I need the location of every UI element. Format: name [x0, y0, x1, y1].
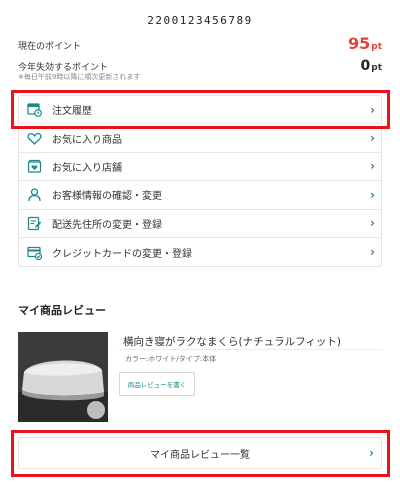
menu-item-label: お客様情報の確認・変更 — [52, 191, 162, 203]
menu-item-credit-card[interactable]: クレジットカードの変更・登録 › — [19, 238, 381, 266]
section-title-my-reviews: マイ商品レビュー — [18, 304, 106, 317]
credit-card-icon — [27, 245, 42, 260]
menu-item-label: クレジットカードの変更・登録 — [52, 248, 192, 260]
current-points-row: 現在のポイント 95pt — [18, 34, 382, 53]
heart-icon — [27, 131, 42, 146]
menu-item-label: 配送先住所の変更・登録 — [52, 219, 162, 231]
current-points-label: 現在のポイント — [18, 42, 82, 52]
highlight-box-order-history — [11, 90, 390, 129]
menu-item-label: お気に入り店舗 — [52, 162, 122, 174]
menu-item-customer-info[interactable]: お客様情報の確認・変更 › — [19, 181, 381, 210]
expiring-points-value-wrap: 0pt — [361, 55, 383, 74]
product-image[interactable] — [18, 332, 108, 422]
product-name[interactable]: 横向き寝がラクなまくら(ナチュラルフィット) — [123, 334, 341, 349]
expiring-points-unit: pt — [371, 63, 382, 73]
menu-item-shipping-address[interactable]: 配送先住所の変更・登録 › — [19, 210, 381, 238]
current-points-value: 95 — [347, 34, 371, 53]
product-attributes: カラー:ホワイト/タイプ:本体 — [125, 355, 217, 363]
menu-item-label: お気に入り商品 — [52, 134, 122, 146]
points-update-note: ※毎日午前9時以降に順次更新されます — [18, 73, 141, 81]
chevron-right-icon: › — [370, 131, 375, 146]
chevron-right-icon: › — [370, 159, 375, 174]
current-points-value-wrap: 95pt — [348, 34, 382, 53]
chevron-right-icon: › — [370, 216, 375, 231]
member-id: 2200123456789 — [147, 14, 253, 27]
store-icon — [27, 159, 42, 174]
chevron-right-icon: › — [370, 187, 375, 202]
chevron-right-icon: › — [370, 245, 375, 260]
write-review-button[interactable]: 商品レビューを書く — [119, 372, 195, 396]
menu-item-favorite-stores[interactable]: お気に入り店舗 › — [19, 153, 381, 182]
expiring-points-value: 0 — [360, 58, 371, 74]
user-icon — [27, 187, 42, 202]
divider — [118, 349, 382, 350]
highlight-box-review-list — [11, 430, 390, 477]
review-product-card: 横向き寝がラクなまくら(ナチュラルフィット) カラー:ホワイト/タイプ:本体 商… — [18, 332, 382, 422]
edit-address-icon — [27, 216, 42, 231]
current-points-unit: pt — [371, 42, 382, 52]
